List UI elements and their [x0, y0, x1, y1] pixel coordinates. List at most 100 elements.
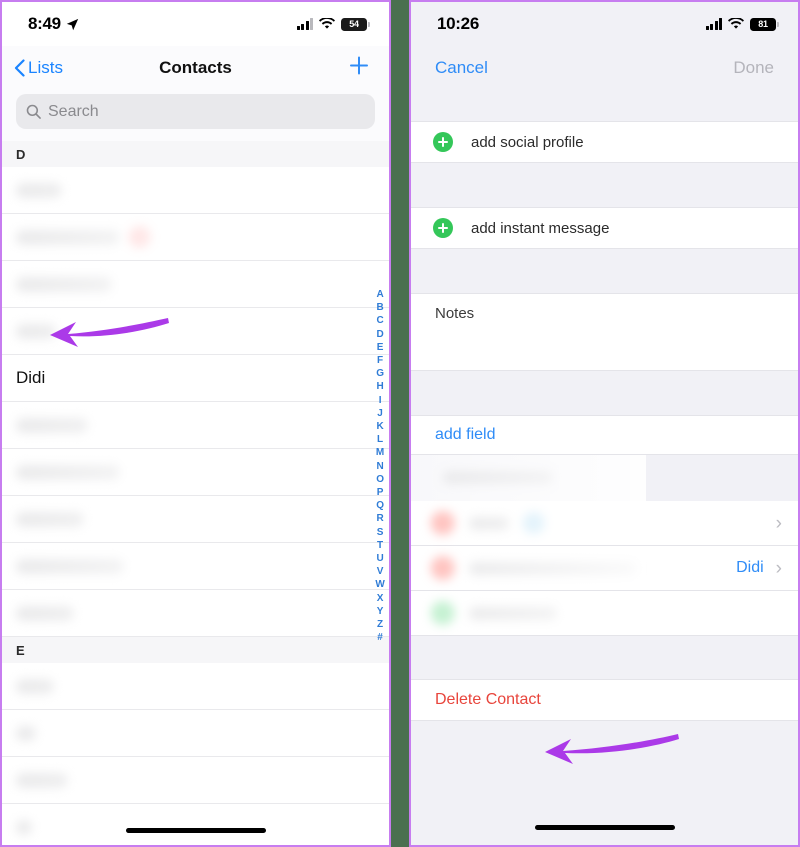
- right-phone-panel: 10:26 81 Cancel Done add social profile: [409, 0, 800, 847]
- alpha-index-letter[interactable]: J: [377, 407, 383, 420]
- contact-name: Didi: [16, 368, 46, 387]
- alpha-index-letter[interactable]: Q: [376, 499, 384, 512]
- contacts-list[interactable]: D Didi E: [2, 141, 389, 845]
- left-nav-bar: Lists Contacts: [2, 46, 389, 90]
- alpha-index-letter[interactable]: O: [376, 473, 384, 486]
- list-item[interactable]: [2, 543, 389, 590]
- avatar: [431, 511, 455, 535]
- alpha-index-letter[interactable]: V: [377, 565, 384, 578]
- cellular-bars-icon: [296, 18, 313, 30]
- search-placeholder: Search: [48, 102, 99, 120]
- list-item[interactable]: [2, 402, 389, 449]
- add-instant-message-row[interactable]: add instant message: [411, 207, 798, 249]
- list-item[interactable]: [2, 261, 389, 308]
- wifi-icon: [319, 18, 335, 29]
- linked-name-blurred: [469, 606, 557, 620]
- contact-name-blurred: [16, 819, 32, 835]
- delete-contact-label: Delete Contact: [435, 691, 541, 708]
- contact-name-blurred: [16, 464, 120, 480]
- alpha-index-letter[interactable]: U: [376, 552, 383, 565]
- service-avatar: [523, 512, 545, 534]
- linked-contacts-header: [411, 455, 798, 501]
- spacer: [411, 90, 798, 121]
- alphabet-index[interactable]: A B C D E F G H I J K L M N O P Q R S T …: [375, 288, 385, 644]
- battery-icon: 54: [341, 17, 370, 31]
- alpha-index-letter[interactable]: Z: [377, 618, 383, 631]
- alpha-index-letter[interactable]: D: [376, 328, 383, 341]
- contact-name-blurred: [16, 182, 62, 198]
- list-item[interactable]: [2, 804, 389, 845]
- alpha-index-letter[interactable]: R: [376, 512, 383, 525]
- alpha-index-letter[interactable]: W: [375, 578, 385, 591]
- right-status-bar: 10:26 81: [411, 2, 798, 46]
- list-item[interactable]: [2, 308, 389, 355]
- screenshot-root: 8:49 54 Lists Contacts Search D Didi E A…: [0, 0, 800, 847]
- alpha-index-letter[interactable]: M: [376, 446, 385, 459]
- add-social-profile-label: add social profile: [471, 133, 584, 151]
- list-item[interactable]: [2, 663, 389, 710]
- search-input[interactable]: Search: [16, 94, 375, 129]
- chevron-left-icon: [14, 59, 25, 77]
- list-item[interactable]: [2, 214, 389, 261]
- alpha-index-letter[interactable]: P: [377, 486, 384, 499]
- alpha-index-letter[interactable]: L: [377, 433, 383, 446]
- linked-contact-row[interactable]: ›: [411, 501, 798, 546]
- list-item-didi[interactable]: Didi: [2, 355, 389, 402]
- contact-name-blurred: [16, 678, 54, 694]
- back-to-lists-button[interactable]: Lists: [14, 58, 63, 78]
- home-indicator: [125, 828, 266, 833]
- alpha-index-letter[interactable]: N: [376, 460, 383, 473]
- add-social-profile-row[interactable]: add social profile: [411, 121, 798, 163]
- alpha-index-letter[interactable]: C: [376, 314, 383, 327]
- alpha-index-letter[interactable]: E: [377, 341, 384, 354]
- linked-contact-row-didi[interactable]: Didi ›: [411, 546, 798, 591]
- blur-overlay: [2, 710, 234, 756]
- battery-icon: 81: [750, 17, 779, 31]
- alpha-index-letter[interactable]: F: [377, 354, 383, 367]
- spacer: [411, 163, 798, 207]
- cancel-button[interactable]: Cancel: [435, 58, 488, 78]
- linked-name-blurred: [469, 561, 637, 575]
- alpha-index-letter[interactable]: K: [376, 420, 383, 433]
- blur-overlay: [2, 804, 234, 845]
- search-icon: [26, 104, 41, 119]
- notes-field[interactable]: Notes: [411, 293, 798, 371]
- add-contact-button[interactable]: [347, 54, 371, 83]
- chevron-right-icon: ›: [775, 557, 782, 579]
- search-bar-container: Search: [2, 90, 389, 141]
- left-status-bar: 8:49 54: [2, 2, 389, 46]
- status-time: 8:49: [28, 14, 61, 33]
- list-item[interactable]: [2, 449, 389, 496]
- alpha-index-letter[interactable]: G: [376, 367, 384, 380]
- alpha-index-letter[interactable]: A: [376, 288, 383, 301]
- contact-name-blurred: [16, 772, 68, 788]
- alpha-index-letter[interactable]: S: [377, 526, 384, 539]
- status-time: 10:26: [437, 14, 479, 33]
- alpha-index-letter[interactable]: H: [376, 380, 383, 393]
- linked-name-blurred: [469, 516, 509, 530]
- list-item[interactable]: [2, 590, 389, 637]
- alpha-index-letter[interactable]: #: [377, 631, 383, 644]
- list-item[interactable]: [2, 710, 389, 757]
- back-label: Lists: [28, 58, 63, 77]
- alpha-index-letter[interactable]: I: [379, 394, 382, 407]
- delete-contact-row[interactable]: Delete Contact: [411, 679, 798, 721]
- list-item[interactable]: [2, 167, 389, 214]
- alpha-index-letter[interactable]: Y: [377, 605, 384, 618]
- linked-contact-row[interactable]: [411, 591, 798, 636]
- page-title: Contacts: [159, 58, 232, 77]
- add-instant-message-label: add instant message: [471, 219, 610, 237]
- alpha-index-letter[interactable]: X: [377, 592, 384, 605]
- contact-badge-icon: [129, 226, 151, 248]
- list-item[interactable]: [2, 757, 389, 804]
- contact-name-blurred: [16, 511, 84, 527]
- battery-level: 81: [758, 19, 768, 29]
- avatar: [431, 556, 455, 580]
- alpha-index-letter[interactable]: T: [377, 539, 383, 552]
- contact-name-blurred: [16, 725, 36, 741]
- alpha-index-letter[interactable]: B: [376, 301, 383, 314]
- list-item[interactable]: [2, 496, 389, 543]
- plus-circle-icon: [433, 132, 453, 152]
- status-bar-right-group: 81: [705, 17, 779, 31]
- add-field-row[interactable]: add field: [411, 415, 798, 455]
